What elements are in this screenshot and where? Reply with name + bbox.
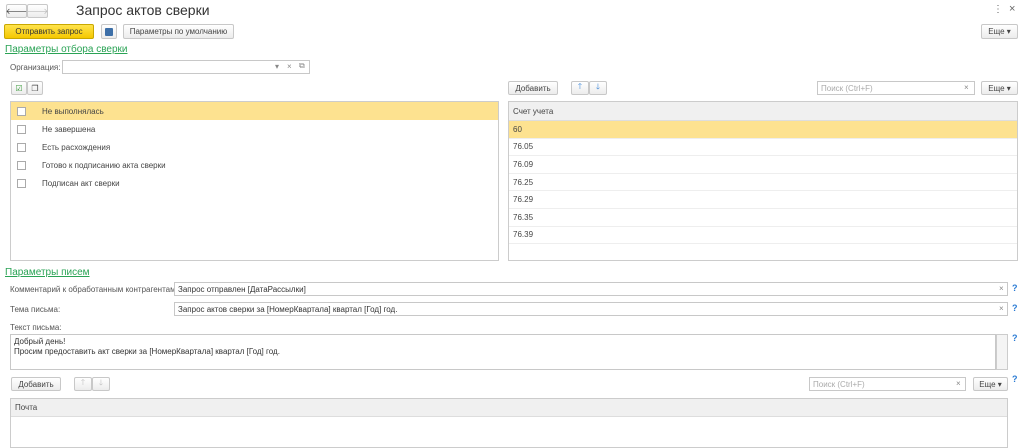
close-icon[interactable]: × — [1009, 3, 1015, 15]
floppy-disk-icon — [105, 27, 113, 36]
table-header: Почта — [11, 399, 1007, 417]
email-table: Почта — [10, 398, 1008, 448]
subject-clear-icon[interactable]: × — [999, 304, 1004, 313]
status-item[interactable]: Не выполнялась — [11, 102, 498, 120]
body-line: Просим предоставить акт сверки за [Номер… — [14, 347, 280, 356]
body-label: Текст письма: — [10, 323, 62, 332]
checkbox[interactable] — [17, 142, 26, 152]
organization-label: Организация: — [10, 63, 61, 72]
defaults-button[interactable]: Параметры по умолчанию — [123, 24, 234, 39]
email-more-button[interactable]: Еще ▾ — [973, 377, 1008, 391]
send-request-button[interactable]: Отправить запрос — [4, 24, 94, 39]
check-all-icon: ☑ — [15, 83, 23, 93]
status-item[interactable]: Готово к подписанию акта сверки — [11, 156, 498, 174]
forward-button[interactable]: 🡒 — [27, 4, 48, 18]
check-all-button[interactable]: ☑ — [11, 81, 27, 95]
email-move-up-button[interactable]: 🡑 — [74, 377, 92, 391]
filter-section-link[interactable]: Параметры отбора сверки — [5, 44, 127, 55]
page-title: Запрос актов сверки — [76, 2, 210, 18]
status-list: Не выполнялась Не завершена Есть расхожден… — [10, 101, 499, 261]
organization-field[interactable] — [62, 60, 310, 74]
scrollbar[interactable] — [996, 334, 1008, 370]
table-row[interactable]: 76.29 — [509, 191, 1017, 209]
table-row[interactable]: 76.09 — [509, 156, 1017, 174]
checkbox[interactable] — [17, 106, 26, 116]
search-clear-icon[interactable]: × — [964, 83, 969, 92]
table-header: Счет учета — [509, 102, 1017, 121]
status-item[interactable]: Подписан акт сверки — [11, 174, 498, 192]
status-label: Не завершена — [42, 124, 96, 134]
accounts-table: Счет учета 60 76.05 76.09 76.25 76.29 76.35 76… — [508, 101, 1018, 261]
arrow-left-icon: 🡐 — [5, 7, 28, 16]
help-icon[interactable]: ? — [1012, 374, 1018, 384]
arrow-down-icon: 🡓 — [595, 82, 601, 91]
table-row[interactable]: 76.05 — [509, 139, 1017, 157]
help-icon[interactable]: ? — [1012, 333, 1018, 343]
dropdown-icon[interactable]: ▾ — [275, 62, 279, 71]
table-row[interactable]: 60 — [509, 121, 1017, 139]
status-label: Не выполнялась — [42, 106, 104, 116]
subject-field[interactable]: Запрос актов сверки за [НомерКвартала] к… — [174, 302, 1008, 316]
email-search-input[interactable]: Поиск (Ctrl+F) — [809, 377, 966, 391]
body-textarea[interactable]: Добрый день! Просим предоставить акт све… — [10, 334, 996, 370]
comment-label: Комментарий к обработанным контрагентам: — [10, 285, 178, 294]
email-add-button[interactable]: Добавить — [11, 377, 61, 391]
accounts-search-input[interactable]: Поиск (Ctrl+F) — [817, 81, 975, 95]
table-row[interactable]: 76.35 — [509, 209, 1017, 227]
help-icon[interactable]: ? — [1012, 283, 1018, 293]
back-button[interactable]: 🡐 — [6, 4, 27, 18]
save-button[interactable] — [101, 24, 117, 39]
status-item[interactable]: Не завершена — [11, 120, 498, 138]
arrow-down-icon: 🡓 — [98, 378, 104, 387]
checkbox[interactable] — [17, 124, 26, 134]
search-clear-icon[interactable]: × — [956, 379, 961, 388]
arrow-up-icon: 🡑 — [577, 82, 583, 91]
arrow-right-icon: 🡒 — [26, 7, 49, 16]
move-down-button[interactable]: 🡓 — [589, 81, 607, 95]
table-row[interactable]: 76.25 — [509, 174, 1017, 192]
help-icon[interactable]: ? — [1012, 303, 1018, 313]
checkbox[interactable] — [17, 160, 26, 170]
arrow-up-icon: 🡑 — [80, 378, 86, 387]
table-row[interactable]: 76.39 — [509, 227, 1017, 245]
uncheck-all-button[interactable]: ❐ — [27, 81, 43, 95]
status-label: Готово к подписанию акта сверки — [42, 160, 166, 170]
move-up-button[interactable]: 🡑 — [571, 81, 589, 95]
status-label: Подписан акт сверки — [42, 178, 120, 188]
more-actions-icon[interactable]: ⋮ — [993, 4, 1003, 15]
comment-field[interactable]: Запрос отправлен [ДатаРассылки] — [174, 282, 1008, 296]
accounts-more-button[interactable]: Еще ▾ — [981, 81, 1018, 95]
more-button[interactable]: Еще ▾ — [981, 24, 1018, 39]
letters-section-link[interactable]: Параметры писем — [5, 267, 90, 278]
open-icon[interactable]: ⧉ — [299, 61, 305, 71]
comment-clear-icon[interactable]: × — [999, 284, 1004, 293]
status-item[interactable]: Есть расхождения — [11, 138, 498, 156]
clear-icon[interactable]: × — [287, 62, 292, 71]
uncheck-all-icon: ❐ — [31, 83, 39, 93]
status-label: Есть расхождения — [42, 142, 111, 152]
body-line: Добрый день! — [14, 337, 66, 346]
checkbox[interactable] — [17, 178, 26, 188]
email-move-down-button[interactable]: 🡓 — [92, 377, 110, 391]
accounts-add-button[interactable]: Добавить — [508, 81, 558, 95]
subject-label: Тема письма: — [10, 305, 61, 314]
